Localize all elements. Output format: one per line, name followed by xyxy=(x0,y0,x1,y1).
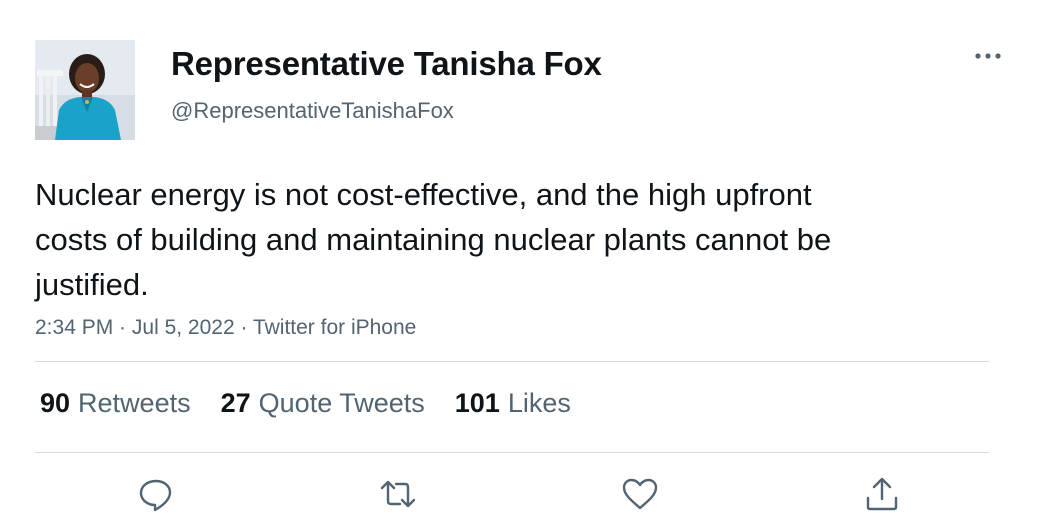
likes-count: 101 xyxy=(454,388,500,418)
retweets-label: Retweets xyxy=(78,388,191,418)
avatar[interactable] xyxy=(35,40,135,140)
tweet-date[interactable]: Jul 5, 2022 xyxy=(132,316,235,339)
tweet-metadata: 2:34 PM · Jul 5, 2022 · Twitter for iPho… xyxy=(35,316,416,340)
quote-tweets-label: Quote Tweets xyxy=(258,388,425,418)
quote-tweets-stat[interactable]: 27 Quote Tweets xyxy=(221,388,425,419)
divider xyxy=(35,452,989,453)
author-display-name[interactable]: Representative Tanisha Fox xyxy=(171,45,602,83)
retweet-icon xyxy=(380,480,416,508)
meta-separator: · xyxy=(234,316,253,339)
share-icon xyxy=(866,477,898,511)
quote-tweets-count: 27 xyxy=(220,388,251,418)
heart-icon xyxy=(622,478,658,510)
retweets-stat[interactable]: 90 Retweets xyxy=(40,388,191,419)
engagement-stats: 90 Retweets 27 Quote Tweets 101 Likes xyxy=(40,388,571,419)
reply-icon xyxy=(139,479,172,512)
more-options-icon xyxy=(975,53,1001,59)
tweet-detail: Representative Tanisha Fox @Representati… xyxy=(0,0,1050,525)
like-button[interactable] xyxy=(620,474,660,514)
reply-button[interactable] xyxy=(136,474,176,514)
tweet-time[interactable]: 2:34 PM xyxy=(35,316,113,339)
retweets-count: 90 xyxy=(40,388,71,418)
retweet-button[interactable] xyxy=(378,474,418,514)
meta-separator: · xyxy=(113,316,132,339)
tweet-text: Nuclear energy is not cost-effective, an… xyxy=(35,177,832,302)
author-handle[interactable]: @RepresentativeTanishaFox xyxy=(171,98,454,124)
profile-photo-icon xyxy=(35,40,135,140)
more-options-button[interactable] xyxy=(968,42,1008,70)
likes-label: Likes xyxy=(507,388,571,418)
share-button[interactable] xyxy=(862,474,902,514)
tweet-source[interactable]: Twitter for iPhone xyxy=(253,316,416,339)
likes-stat[interactable]: 101 Likes xyxy=(455,388,571,419)
divider xyxy=(35,361,989,362)
